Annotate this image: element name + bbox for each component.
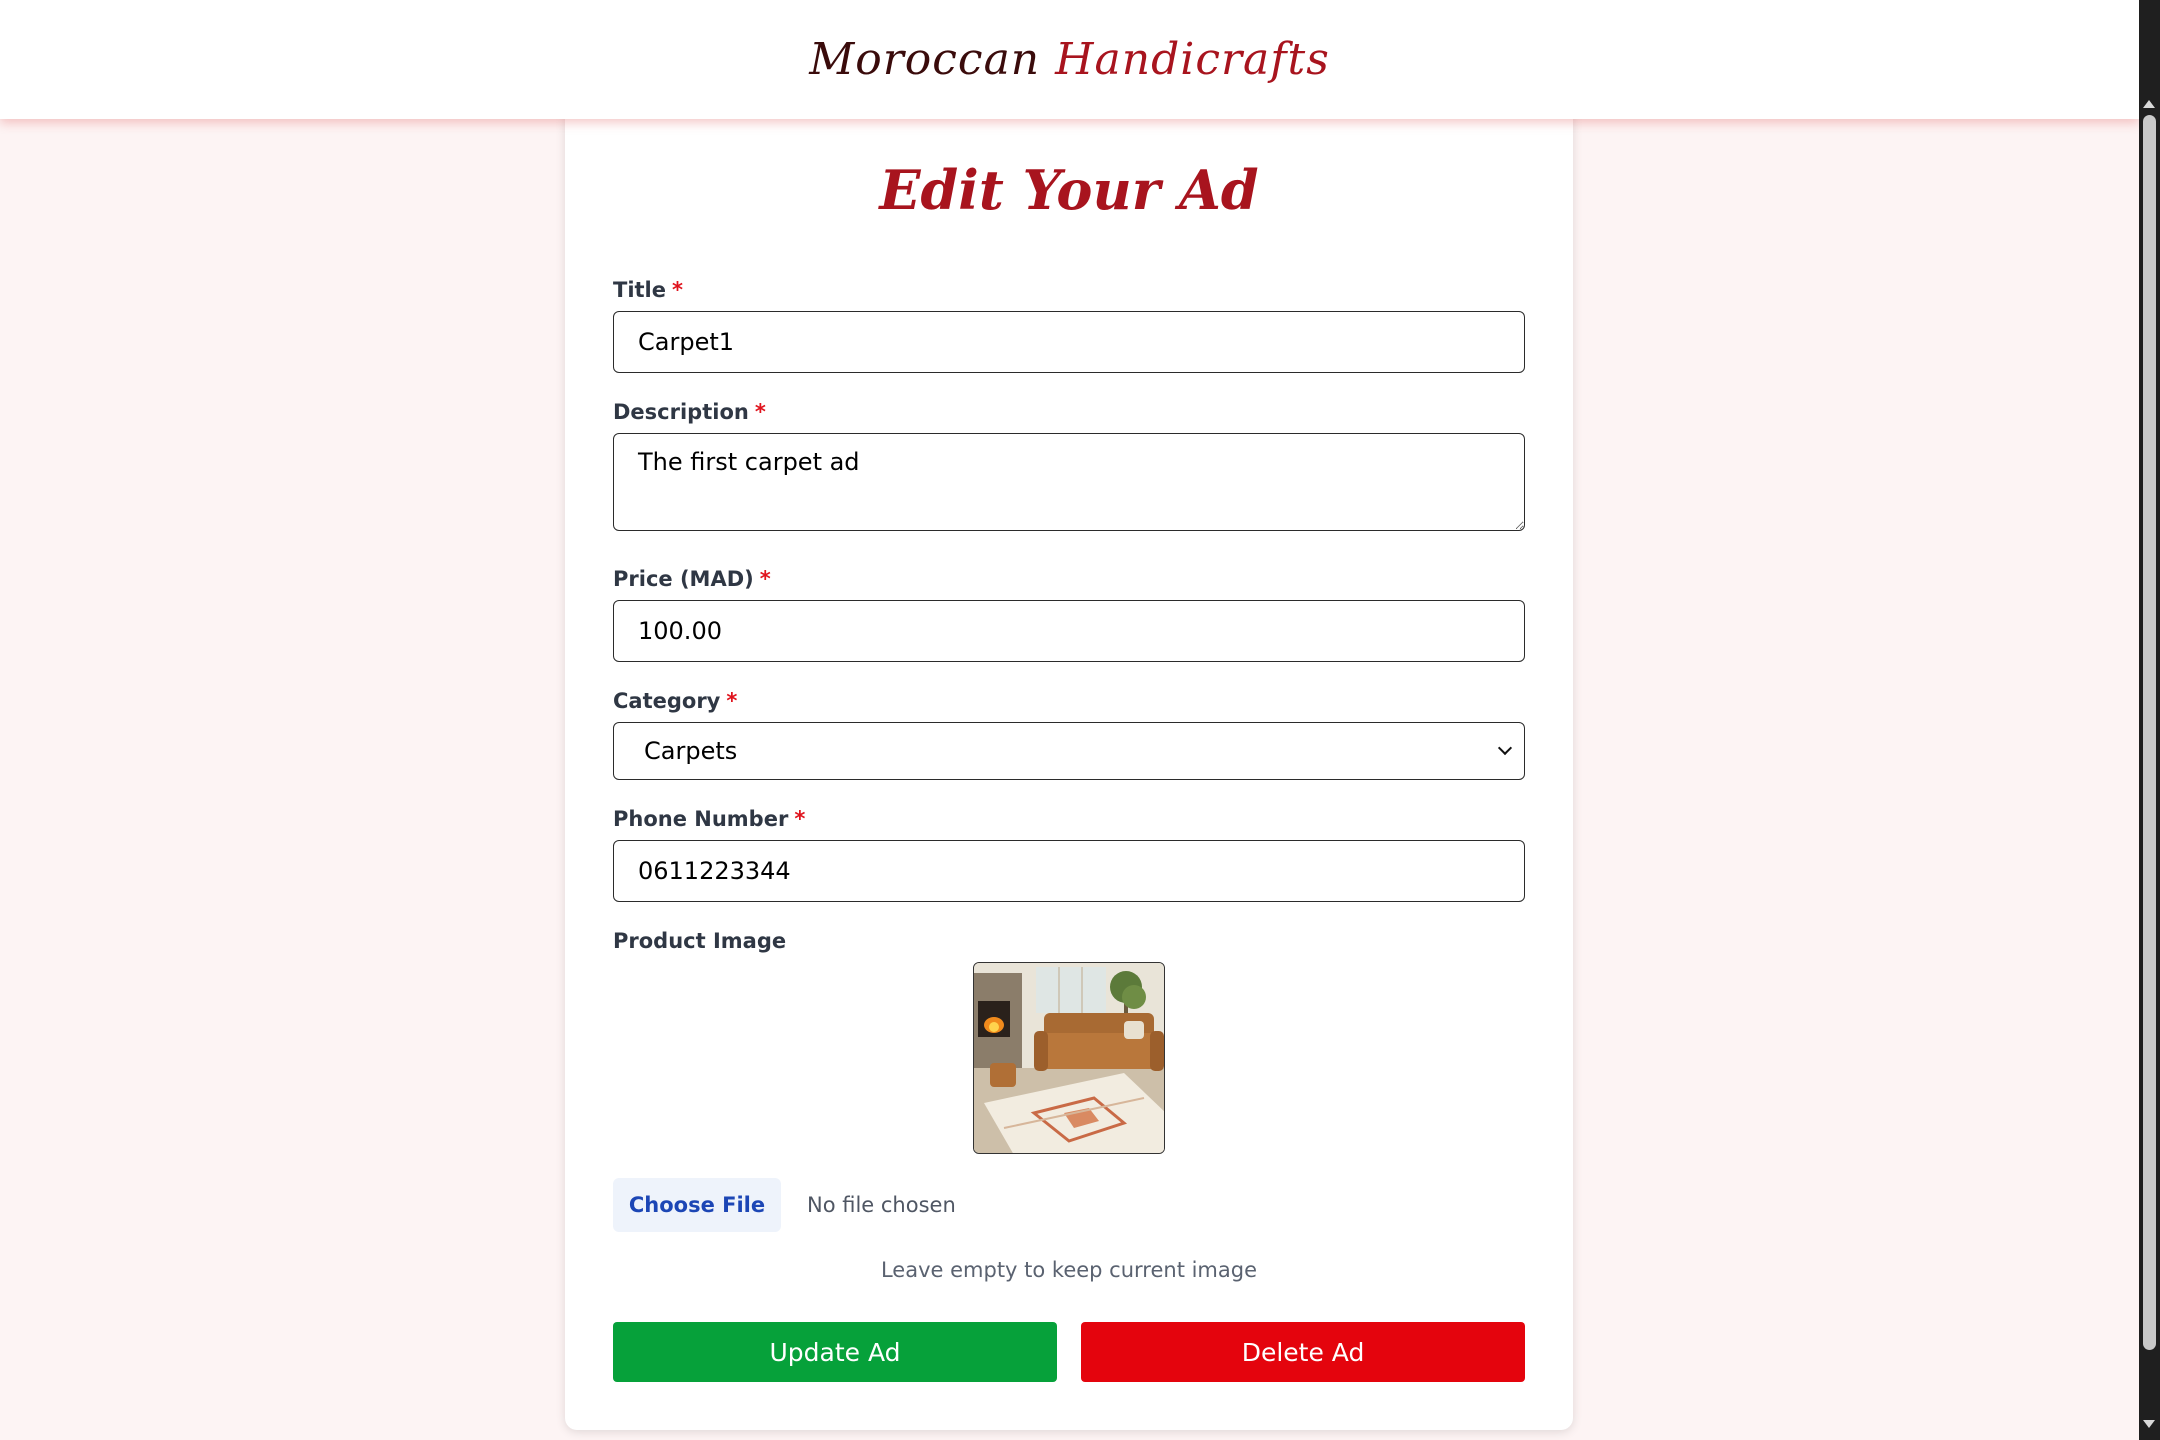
required-mark: *	[794, 807, 806, 831]
file-status-text: No file chosen	[807, 1193, 956, 1217]
description-textarea[interactable]: The first carpet ad	[613, 433, 1525, 531]
phone-label-text: Phone Number	[613, 807, 789, 831]
brand-name-part2: Handicrafts	[1055, 34, 1330, 85]
category-select[interactable]: Carpets	[613, 722, 1525, 780]
required-mark: *	[754, 400, 766, 424]
site-header: Moroccan Handicrafts	[0, 0, 2139, 119]
scroll-thumb[interactable]	[2143, 115, 2156, 1350]
file-upload-row: Choose File No file chosen	[613, 1178, 956, 1232]
scroll-up-icon[interactable]	[2143, 100, 2155, 108]
title-label-text: Title	[613, 278, 667, 302]
required-mark: *	[726, 689, 738, 713]
product-image-label: Product Image	[613, 929, 787, 953]
page-title: Edit Your Ad	[879, 158, 1259, 222]
description-label: Description *	[613, 400, 766, 424]
price-label: Price (MAD) *	[613, 567, 771, 591]
scroll-down-icon[interactable]	[2143, 1420, 2155, 1428]
description-label-text: Description	[613, 400, 749, 424]
page-scrollbar[interactable]	[2139, 0, 2160, 1440]
chevron-down-icon	[1497, 740, 1513, 756]
required-mark: *	[672, 278, 683, 302]
carpet-room-photo	[974, 963, 1164, 1153]
delete-ad-button[interactable]: Delete Ad	[1081, 1322, 1525, 1382]
phone-input[interactable]	[613, 840, 1525, 902]
update-ad-button[interactable]: Update Ad	[613, 1322, 1057, 1382]
product-image-preview	[973, 962, 1165, 1154]
choose-file-button[interactable]: Choose File	[613, 1178, 781, 1232]
edit-ad-card: Edit Your Ad Title* Description* The fir…	[565, 100, 1573, 1430]
phone-label: Phone Number *	[613, 807, 805, 831]
price-label-text: Price (MAD)	[613, 567, 754, 591]
price-input[interactable]	[613, 600, 1525, 662]
required-mark: *	[759, 567, 771, 591]
site-logo[interactable]: Moroccan Handicrafts	[809, 34, 1330, 85]
brand-name-part1: Moroccan	[809, 34, 1056, 85]
category-label-text: Category	[613, 689, 721, 713]
category-label: Category *	[613, 689, 737, 713]
title-input[interactable]	[613, 311, 1525, 373]
title-label: Title *	[613, 278, 683, 302]
category-selected-value: Carpets	[644, 737, 738, 765]
image-hint-text: Leave empty to keep current image	[880, 1258, 1258, 1282]
